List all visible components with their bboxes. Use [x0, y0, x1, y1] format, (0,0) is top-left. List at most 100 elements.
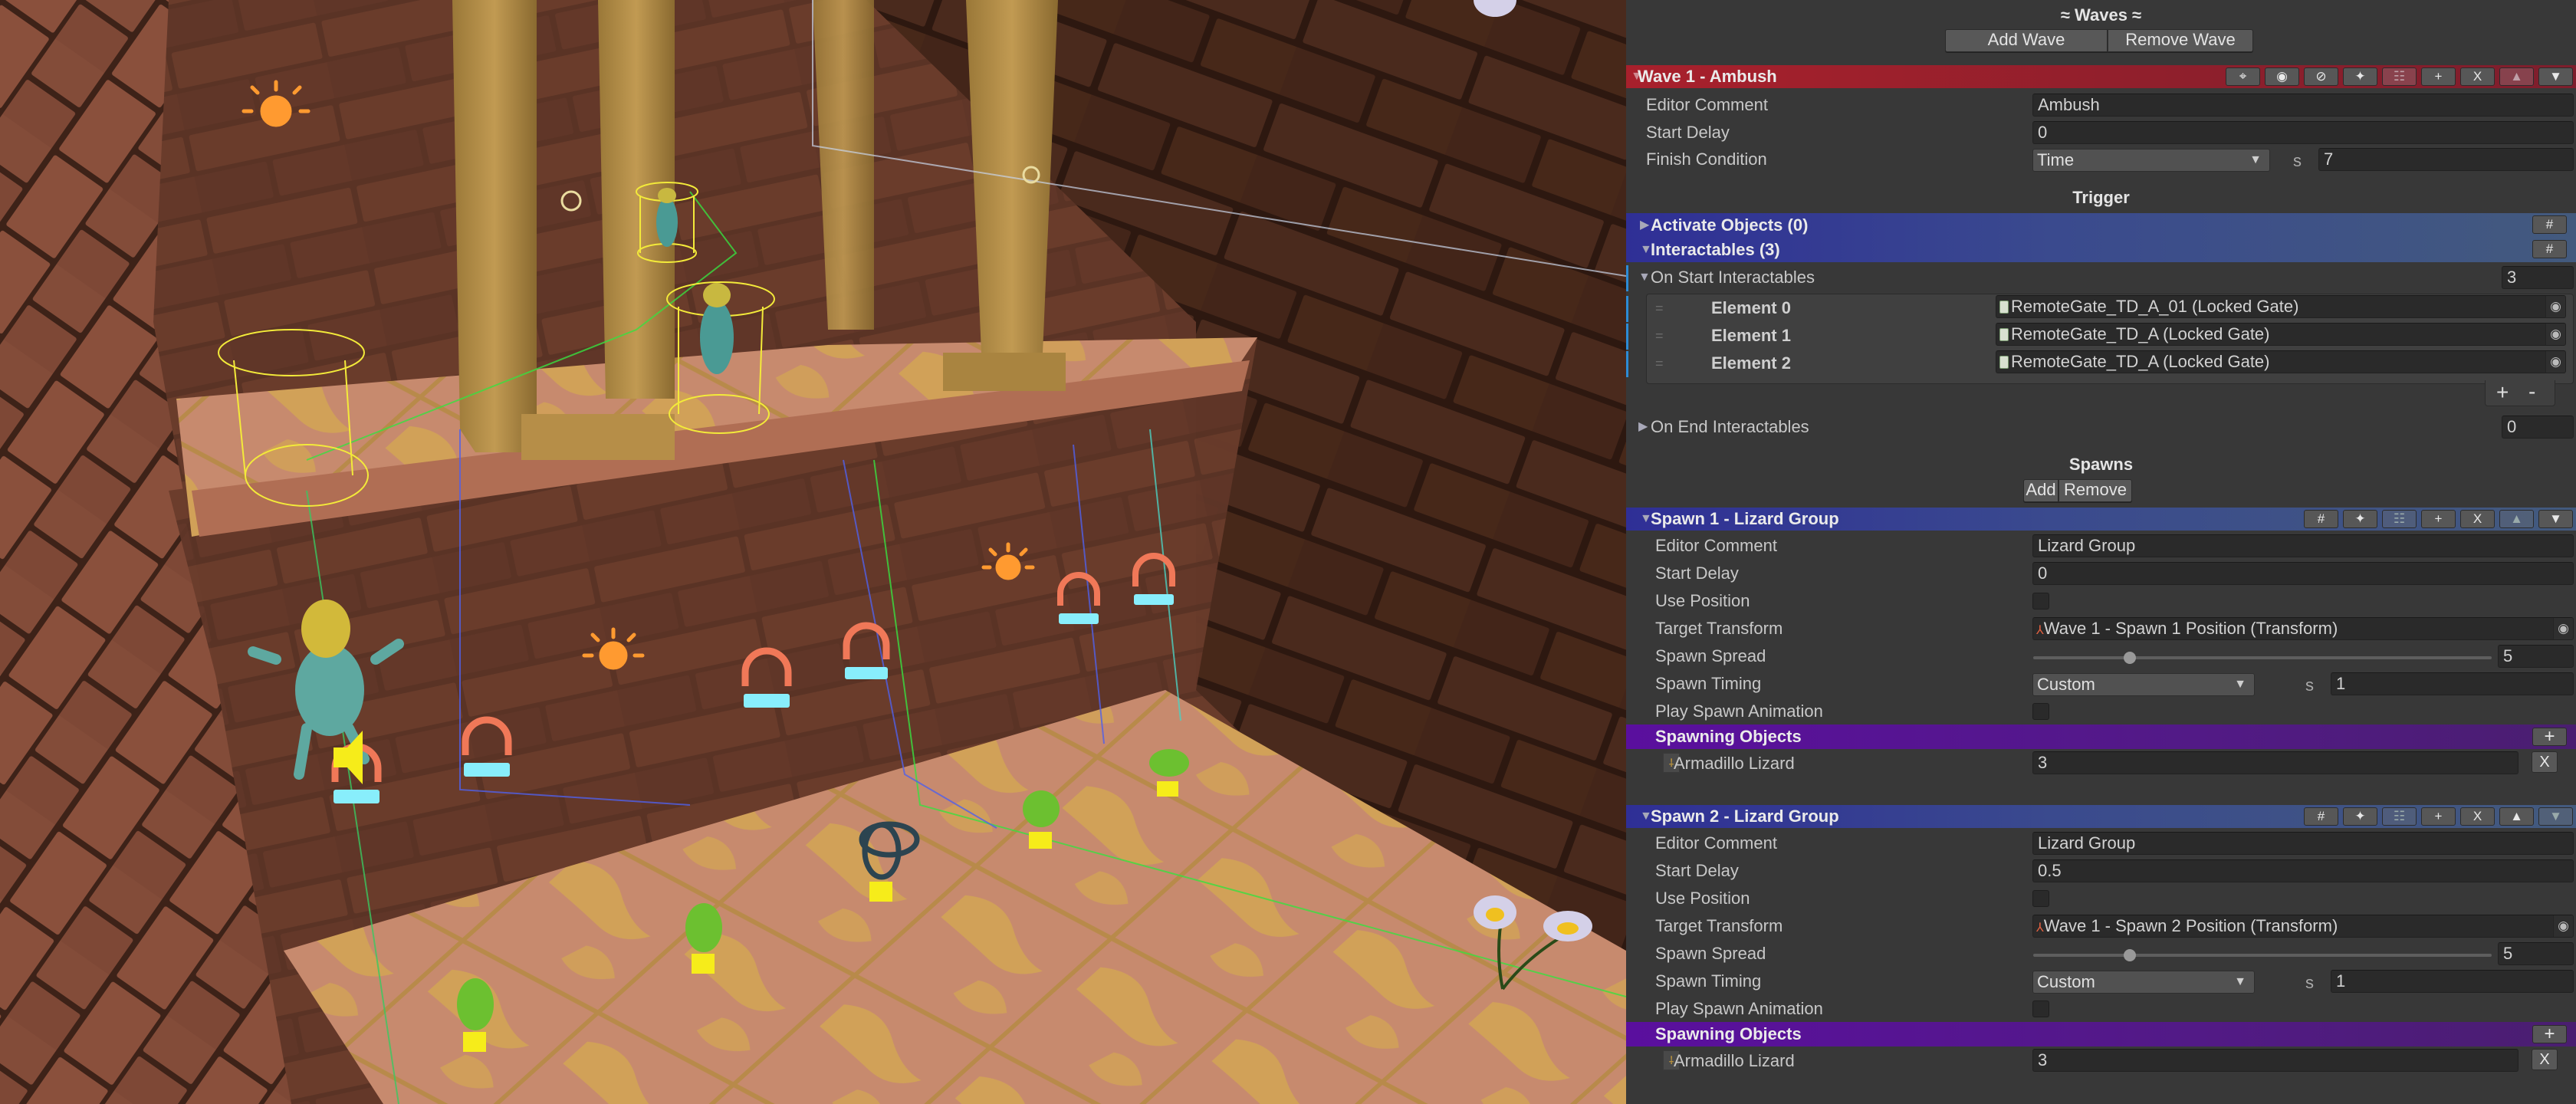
object-picker-icon[interactable]: ◉ — [2545, 324, 2565, 345]
remove-spawning-object-button[interactable]: X — [2532, 751, 2558, 773]
move-up-button[interactable]: ▲ — [2499, 67, 2534, 86]
editor-comment-field[interactable]: Lizard Group — [2032, 534, 2574, 557]
select-button[interactable]: ✦ — [2343, 67, 2377, 86]
slider-thumb[interactable] — [2123, 652, 2136, 664]
chevron-down-icon: ▼ — [2234, 975, 2246, 988]
target-transform-field[interactable]: ⅄Wave 1 - Spawn 1 Position (Transform) ◉ — [2032, 617, 2574, 640]
interactables-hash-button[interactable]: # — [2532, 240, 2567, 258]
object-picker-icon[interactable]: ◉ — [2545, 351, 2565, 373]
interactables-foldout[interactable]: ▼ Interactables (3) — [1626, 238, 2576, 262]
editor-comment-label: Editor Comment — [1646, 95, 1768, 114]
select-button[interactable]: ✦ — [2343, 807, 2377, 826]
spawn-title: Spawn 1 - Lizard Group — [1651, 509, 1839, 528]
use-position-checkbox[interactable] — [2032, 890, 2049, 907]
start-delay-field[interactable]: 0 — [2032, 121, 2574, 144]
object-picker-icon[interactable]: ◉ — [2553, 915, 2573, 937]
move-down-button[interactable]: ▼ — [2538, 510, 2573, 528]
spawn-header[interactable]: ▼ Spawn 2 - Lizard Group # ✦ ☷ + X ▲ ▼ — [1626, 805, 2576, 828]
show-button[interactable]: ◉ — [2265, 67, 2299, 86]
foldout-arrow-icon[interactable]: ▶ — [1638, 416, 1648, 439]
interactables-label: Interactables (3) — [1651, 240, 1780, 259]
spawn-timing-field[interactable]: 1 — [2331, 672, 2574, 695]
target-transform-field[interactable]: ⅄Wave 1 - Spawn 2 Position (Transform) ◉ — [2032, 915, 2574, 938]
play-spawn-animation-checkbox[interactable] — [2032, 1001, 2049, 1017]
drag-handle-icon[interactable]: = — [1655, 324, 1664, 347]
spawn-timing-dropdown[interactable]: Custom ▼ — [2032, 673, 2255, 696]
spawn-timing-value: Custom — [2037, 675, 2095, 694]
select-button[interactable]: ✦ — [2343, 510, 2377, 528]
element-object-field[interactable]: RemoteGate_TD_A_01 (Locked Gate) ◉ — [1996, 295, 2566, 318]
move-up-button[interactable]: ▲ — [2499, 510, 2534, 528]
spawning-objects-label: Spawning Objects — [1655, 727, 1802, 746]
element-object-field[interactable]: RemoteGate_TD_A (Locked Gate) ◉ — [1996, 350, 2566, 373]
object-picker-icon[interactable]: ◉ — [2545, 296, 2565, 317]
paste-button[interactable]: ☷ — [2382, 67, 2417, 86]
remove-element-button[interactable]: - — [2528, 380, 2535, 403]
activate-objects-foldout[interactable]: ▶ Activate Objects (0) — [1626, 213, 2576, 238]
remove-spawn-button[interactable]: Remove — [2058, 479, 2132, 502]
play-spawn-animation-checkbox[interactable] — [2032, 703, 2049, 720]
finish-condition-dropdown[interactable]: Time ▼ — [2032, 149, 2270, 172]
start-delay-label: Start Delay — [1655, 861, 1739, 880]
spawn-timing-dropdown[interactable]: Custom ▼ — [2032, 971, 2255, 994]
move-up-button[interactable]: ▲ — [2499, 807, 2534, 826]
focus-button[interactable]: ⌖ — [2226, 67, 2260, 86]
remove-wave-button[interactable]: Remove Wave — [2108, 29, 2253, 52]
start-delay-label: Start Delay — [1655, 564, 1739, 583]
drag-handle-icon[interactable]: = — [1655, 352, 1664, 375]
on-end-count-field[interactable]: 0 — [2502, 416, 2574, 439]
hash-button[interactable]: # — [2304, 807, 2338, 826]
prefab-icon — [1999, 356, 2009, 369]
finish-condition-label: Finish Condition — [1646, 150, 1767, 169]
drag-handle-icon[interactable]: = — [1655, 297, 1664, 320]
editor-comment-field[interactable]: Ambush — [2032, 94, 2574, 117]
start-delay-field[interactable]: 0.5 — [2032, 859, 2574, 882]
spawn-header[interactable]: ▼ Spawn 1 - Lizard Group # ✦ ☷ + X ▲ ▼ — [1626, 508, 2576, 531]
spawn-timing-value: Custom — [2037, 972, 2095, 991]
transform-icon: ⅄ — [2036, 624, 2044, 637]
spawn-spread-field[interactable]: 5 — [2498, 645, 2574, 668]
activate-objects-hash-button[interactable]: # — [2532, 215, 2567, 234]
start-delay-field[interactable]: 0 — [2032, 562, 2574, 585]
object-picker-icon[interactable]: ◉ — [2553, 618, 2573, 639]
add-element-button[interactable]: + — [2496, 380, 2509, 405]
move-down-button[interactable]: ▼ — [2538, 67, 2573, 86]
add-button[interactable]: + — [2421, 807, 2456, 826]
add-button[interactable]: + — [2421, 510, 2456, 528]
element-label: Element 0 — [1711, 298, 1791, 317]
spawn-spread-field[interactable]: 5 — [2498, 942, 2574, 965]
spawn-timing-field[interactable]: 1 — [2331, 970, 2574, 993]
use-position-checkbox[interactable] — [2032, 593, 2049, 610]
add-spawning-object-button[interactable]: + — [2532, 728, 2567, 746]
start-delay-label: Start Delay — [1646, 123, 1730, 142]
add-spawn-button[interactable]: Add — [2023, 479, 2058, 502]
paste-button[interactable]: ☷ — [2382, 510, 2417, 528]
scene-view[interactable] — [0, 0, 1626, 1104]
remove-spawning-object-button[interactable]: X — [2532, 1049, 2558, 1070]
delete-button[interactable]: X — [2460, 67, 2495, 86]
delete-button[interactable]: X — [2460, 807, 2495, 826]
spawn-spread-slider[interactable] — [2033, 954, 2492, 957]
spawn-spread-slider[interactable] — [2033, 656, 2492, 659]
wave-header[interactable]: ▼ Wave 1 - Ambush ⌖ ◉ ⊘ ✦ ☷ + X ▲ ▼ — [1626, 65, 2576, 88]
spawning-object-name: Armadillo Lizard — [1674, 1051, 1795, 1070]
add-wave-button[interactable]: Add Wave — [1945, 29, 2108, 52]
target-transform-value: Wave 1 - Spawn 2 Position (Transform) — [2043, 916, 2338, 935]
delete-button[interactable]: X — [2460, 510, 2495, 528]
element-label: Element 2 — [1711, 353, 1791, 373]
move-down-button[interactable]: ▼ — [2538, 807, 2573, 826]
element-object-field[interactable]: RemoteGate_TD_A (Locked Gate) ◉ — [1996, 323, 2566, 346]
add-button[interactable]: + — [2421, 67, 2456, 86]
paste-button[interactable]: ☷ — [2382, 807, 2417, 826]
hash-button[interactable]: # — [2304, 510, 2338, 528]
editor-comment-field[interactable]: Lizard Group — [2032, 832, 2574, 855]
editor-comment-label: Editor Comment — [1655, 833, 1777, 853]
finish-time-field[interactable]: 7 — [2318, 148, 2574, 171]
foldout-arrow-icon[interactable]: ▼ — [1638, 266, 1651, 289]
slider-thumb[interactable] — [2123, 949, 2136, 961]
hide-button[interactable]: ⊘ — [2304, 67, 2338, 86]
add-spawning-object-button[interactable]: + — [2532, 1025, 2567, 1043]
spawn-count-field[interactable]: 3 — [2032, 751, 2518, 774]
spawn-count-field[interactable]: 3 — [2032, 1049, 2518, 1072]
on-start-count-field[interactable]: 3 — [2502, 266, 2574, 289]
